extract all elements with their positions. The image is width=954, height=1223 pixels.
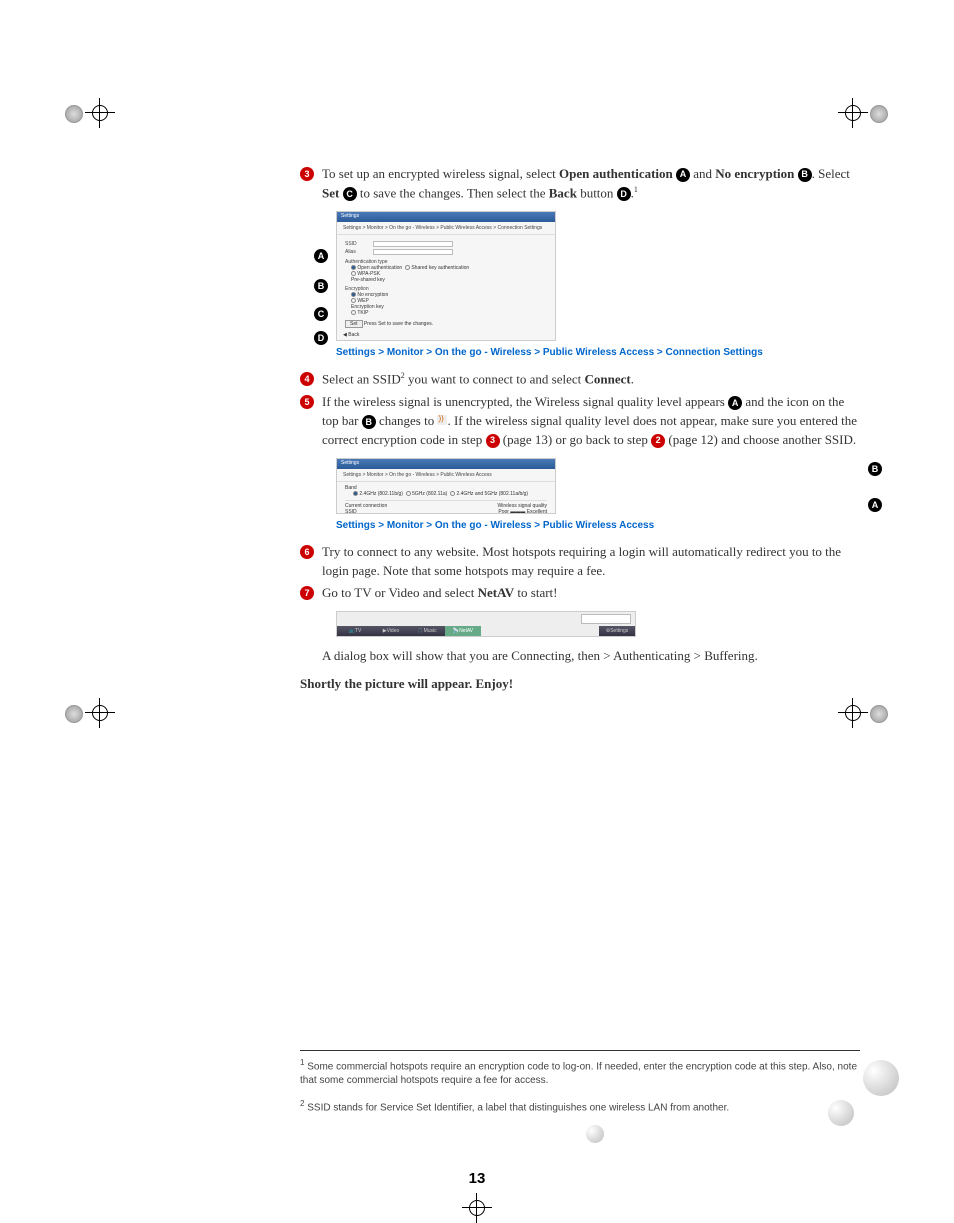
- page-number: 13: [0, 1170, 954, 1187]
- step-7-text: Go to TV or Video and select NetAV to st…: [322, 584, 860, 603]
- step-7: 7 Go to TV or Video and select NetAV to …: [300, 584, 860, 603]
- footnotes: 1 Some commercial hotspots require an en…: [300, 1050, 860, 1126]
- step-bullet-7: 7: [300, 586, 314, 600]
- step-3: 3 To set up an encrypted wireless signal…: [300, 165, 860, 203]
- tab-video[interactable]: ▶ Video: [373, 626, 409, 636]
- callout-C-inline: C: [343, 187, 357, 201]
- callout-B-inline2: B: [362, 415, 376, 429]
- footnote-1: 1 Some commercial hotspots require an en…: [300, 1057, 860, 1088]
- breadcrumb-2: Settings > Monitor > On the go - Wireles…: [336, 520, 860, 531]
- step-5: 5 If the wireless signal is unencrypted,…: [300, 393, 860, 450]
- footnote-2: 2 SSID stands for Service Set Identifier…: [300, 1098, 860, 1115]
- step-4: 4 Select an SSID2 you want to connect to…: [300, 370, 860, 389]
- crosshair-mark: [85, 698, 115, 728]
- shot2-breadcrumb: Settings > Monitor > On the go - Wireles…: [337, 469, 555, 482]
- band1-radio[interactable]: [353, 491, 358, 496]
- band2-radio[interactable]: [406, 491, 411, 496]
- registration-mark: [65, 105, 83, 123]
- crosshair-mark: [838, 698, 868, 728]
- shade-ball: [863, 1060, 899, 1096]
- step-bullet-3: 3: [300, 167, 314, 181]
- callout-D: D: [314, 331, 328, 345]
- step-bullet-4: 4: [300, 372, 314, 386]
- inline-bullet-3: 3: [486, 434, 500, 448]
- tab-tv[interactable]: 📺 TV: [337, 626, 373, 636]
- step-6-text: Try to connect to any website. Most hots…: [322, 543, 860, 581]
- no-encryption-radio[interactable]: [351, 292, 356, 297]
- shade-ball: [828, 1100, 854, 1126]
- callout-B2: B: [868, 462, 882, 476]
- registration-mark: [870, 705, 888, 723]
- screenshot-public-wireless-access: B A Settings Settings > Monitor > On the…: [336, 458, 860, 514]
- inline-bullet-2: 2: [651, 434, 665, 448]
- callout-D-inline: D: [617, 187, 631, 201]
- ssid-input[interactable]: [373, 241, 453, 247]
- crosshair-mark: [838, 98, 868, 128]
- step-3-text: To set up an encrypted wireless signal, …: [322, 165, 860, 203]
- mini-preview: [581, 614, 631, 624]
- shot1-breadcrumb: Settings > Monitor > On the go - Wireles…: [337, 222, 555, 235]
- wpa-radio[interactable]: [351, 271, 356, 276]
- screenshot-connection-settings: A B C D Settings Settings > Monitor > On…: [336, 211, 860, 341]
- open-auth-radio[interactable]: [351, 265, 356, 270]
- crosshair-mark: [462, 1193, 492, 1223]
- callout-C: C: [314, 307, 328, 321]
- registration-mark: [65, 705, 83, 723]
- callout-B: B: [314, 279, 328, 293]
- band3-radio[interactable]: [450, 491, 455, 496]
- tkip-radio[interactable]: [351, 310, 356, 315]
- tab-settings[interactable]: ⚙ Settings: [599, 626, 635, 636]
- callout-A-inline: A: [676, 168, 690, 182]
- crosshair-mark: [85, 98, 115, 128]
- registration-mark: [870, 105, 888, 123]
- callout-A-inline2: A: [728, 396, 742, 410]
- tab-netav[interactable]: 📡 NetAV: [445, 626, 481, 636]
- step-4-text: Select an SSID2 you want to connect to a…: [322, 370, 860, 389]
- callout-A: A: [314, 249, 328, 263]
- breadcrumb-1: Settings > Monitor > On the go - Wireles…: [336, 347, 860, 358]
- dialog-note: A dialog box will show that you are Conn…: [322, 647, 860, 666]
- callout-A2: A: [868, 498, 882, 512]
- step-bullet-5: 5: [300, 395, 314, 409]
- tab-music[interactable]: 🎵 Music: [409, 626, 445, 636]
- step-bullet-6: 6: [300, 545, 314, 559]
- step-5-text: If the wireless signal is unencrypted, t…: [322, 393, 860, 450]
- alias-input[interactable]: [373, 249, 453, 255]
- shared-key-radio[interactable]: [405, 265, 410, 270]
- screenshot-tabs: 📺 TV ▶ Video 🎵 Music 📡 NetAV ⚙ Settings: [336, 611, 636, 637]
- shade-ball: [586, 1125, 604, 1143]
- back-button[interactable]: ◀ Back: [343, 332, 359, 338]
- wep-radio[interactable]: [351, 298, 356, 303]
- step-6: 6 Try to connect to any website. Most ho…: [300, 543, 860, 581]
- set-button[interactable]: Set: [345, 320, 363, 328]
- shot1-title: Settings: [337, 212, 555, 222]
- callout-B-inline: B: [798, 168, 812, 182]
- enjoy-text: Shortly the picture will appear. Enjoy!: [300, 676, 860, 692]
- shot2-title: Settings: [337, 459, 555, 469]
- wifi-icon: [437, 415, 447, 425]
